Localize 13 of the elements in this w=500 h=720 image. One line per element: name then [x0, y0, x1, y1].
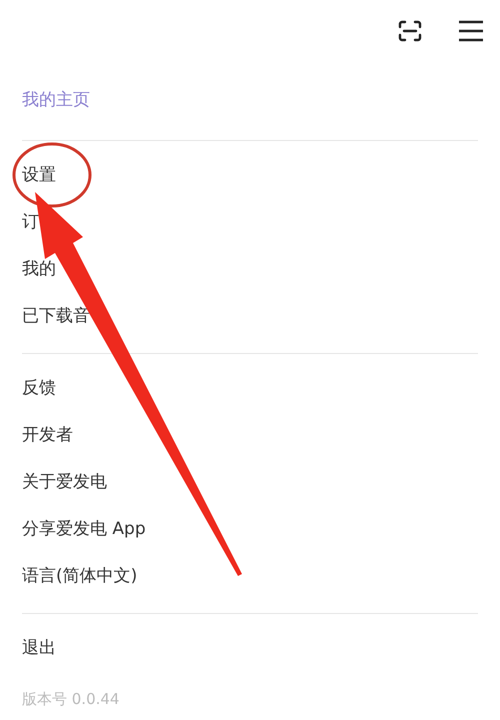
menu-item[interactable]: 设置	[22, 163, 56, 189]
menu-icon[interactable]	[458, 20, 484, 42]
menu-item[interactable]: 已下载音	[22, 304, 90, 330]
menu-item[interactable]: 我的	[22, 257, 56, 283]
menu-item[interactable]: 分享爱发电 App	[22, 517, 146, 543]
menu-item[interactable]: 反馈	[22, 376, 56, 402]
scan-icon[interactable]	[398, 20, 422, 42]
menu-item[interactable]: 开发者	[22, 423, 73, 449]
menu-item[interactable]: 语言(简体中文)	[22, 564, 138, 590]
menu-item[interactable]: 退出	[22, 636, 56, 662]
menu-item[interactable]: 订	[22, 210, 39, 236]
version-text: 版本号 0.0.44	[22, 690, 120, 708]
menu-item[interactable]: 关于爱发电	[22, 470, 107, 496]
